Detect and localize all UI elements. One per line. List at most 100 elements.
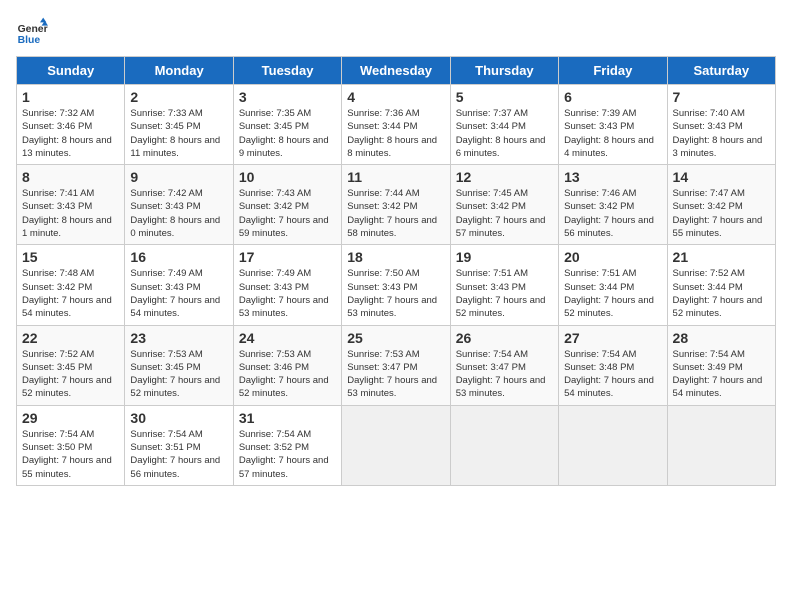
day-number: 28: [673, 330, 770, 346]
calendar-cell: 23 Sunrise: 7:53 AMSunset: 3:45 PMDaylig…: [125, 325, 233, 405]
day-number: 2: [130, 89, 227, 105]
day-info: Sunrise: 7:50 AMSunset: 3:43 PMDaylight:…: [347, 267, 444, 320]
day-info: Sunrise: 7:41 AMSunset: 3:43 PMDaylight:…: [22, 187, 119, 240]
day-number: 17: [239, 249, 336, 265]
day-number: 1: [22, 89, 119, 105]
day-info: Sunrise: 7:54 AMSunset: 3:47 PMDaylight:…: [456, 348, 553, 401]
day-info: Sunrise: 7:42 AMSunset: 3:43 PMDaylight:…: [130, 187, 227, 240]
calendar-week-row: 1 Sunrise: 7:32 AMSunset: 3:46 PMDayligh…: [17, 85, 776, 165]
calendar-cell: 4 Sunrise: 7:36 AMSunset: 3:44 PMDayligh…: [342, 85, 450, 165]
calendar-cell: 1 Sunrise: 7:32 AMSunset: 3:46 PMDayligh…: [17, 85, 125, 165]
calendar-cell: [342, 405, 450, 485]
logo-icon: General Blue: [16, 16, 48, 48]
calendar-cell: 2 Sunrise: 7:33 AMSunset: 3:45 PMDayligh…: [125, 85, 233, 165]
day-info: Sunrise: 7:51 AMSunset: 3:44 PMDaylight:…: [564, 267, 661, 320]
day-number: 10: [239, 169, 336, 185]
day-info: Sunrise: 7:53 AMSunset: 3:45 PMDaylight:…: [130, 348, 227, 401]
calendar-cell: 12 Sunrise: 7:45 AMSunset: 3:42 PMDaylig…: [450, 165, 558, 245]
day-number: 29: [22, 410, 119, 426]
day-info: Sunrise: 7:54 AMSunset: 3:48 PMDaylight:…: [564, 348, 661, 401]
day-number: 19: [456, 249, 553, 265]
calendar-cell: 21 Sunrise: 7:52 AMSunset: 3:44 PMDaylig…: [667, 245, 775, 325]
day-number: 16: [130, 249, 227, 265]
day-number: 31: [239, 410, 336, 426]
day-info: Sunrise: 7:36 AMSunset: 3:44 PMDaylight:…: [347, 107, 444, 160]
day-number: 4: [347, 89, 444, 105]
day-info: Sunrise: 7:43 AMSunset: 3:42 PMDaylight:…: [239, 187, 336, 240]
day-number: 5: [456, 89, 553, 105]
calendar-table: SundayMondayTuesdayWednesdayThursdayFrid…: [16, 56, 776, 486]
day-number: 18: [347, 249, 444, 265]
calendar-cell: 15 Sunrise: 7:48 AMSunset: 3:42 PMDaylig…: [17, 245, 125, 325]
day-number: 27: [564, 330, 661, 346]
day-number: 15: [22, 249, 119, 265]
day-info: Sunrise: 7:53 AMSunset: 3:47 PMDaylight:…: [347, 348, 444, 401]
day-number: 23: [130, 330, 227, 346]
calendar-cell: 11 Sunrise: 7:44 AMSunset: 3:42 PMDaylig…: [342, 165, 450, 245]
calendar-cell: 26 Sunrise: 7:54 AMSunset: 3:47 PMDaylig…: [450, 325, 558, 405]
calendar-week-row: 29 Sunrise: 7:54 AMSunset: 3:50 PMDaylig…: [17, 405, 776, 485]
calendar-cell: 31 Sunrise: 7:54 AMSunset: 3:52 PMDaylig…: [233, 405, 341, 485]
weekday-header: Tuesday: [233, 57, 341, 85]
day-info: Sunrise: 7:37 AMSunset: 3:44 PMDaylight:…: [456, 107, 553, 160]
calendar-cell: 16 Sunrise: 7:49 AMSunset: 3:43 PMDaylig…: [125, 245, 233, 325]
day-number: 21: [673, 249, 770, 265]
calendar-cell: 24 Sunrise: 7:53 AMSunset: 3:46 PMDaylig…: [233, 325, 341, 405]
calendar-cell: 7 Sunrise: 7:40 AMSunset: 3:43 PMDayligh…: [667, 85, 775, 165]
day-info: Sunrise: 7:49 AMSunset: 3:43 PMDaylight:…: [130, 267, 227, 320]
day-info: Sunrise: 7:54 AMSunset: 3:51 PMDaylight:…: [130, 428, 227, 481]
day-info: Sunrise: 7:33 AMSunset: 3:45 PMDaylight:…: [130, 107, 227, 160]
calendar-cell: 29 Sunrise: 7:54 AMSunset: 3:50 PMDaylig…: [17, 405, 125, 485]
day-info: Sunrise: 7:40 AMSunset: 3:43 PMDaylight:…: [673, 107, 770, 160]
day-info: Sunrise: 7:44 AMSunset: 3:42 PMDaylight:…: [347, 187, 444, 240]
calendar-cell: 13 Sunrise: 7:46 AMSunset: 3:42 PMDaylig…: [559, 165, 667, 245]
day-info: Sunrise: 7:54 AMSunset: 3:50 PMDaylight:…: [22, 428, 119, 481]
svg-text:Blue: Blue: [18, 35, 41, 46]
day-number: 30: [130, 410, 227, 426]
calendar-cell: 17 Sunrise: 7:49 AMSunset: 3:43 PMDaylig…: [233, 245, 341, 325]
calendar-cell: 3 Sunrise: 7:35 AMSunset: 3:45 PMDayligh…: [233, 85, 341, 165]
page-header: General Blue: [16, 16, 776, 48]
day-info: Sunrise: 7:52 AMSunset: 3:44 PMDaylight:…: [673, 267, 770, 320]
day-number: 7: [673, 89, 770, 105]
calendar-cell: [667, 405, 775, 485]
day-info: Sunrise: 7:52 AMSunset: 3:45 PMDaylight:…: [22, 348, 119, 401]
calendar-cell: 28 Sunrise: 7:54 AMSunset: 3:49 PMDaylig…: [667, 325, 775, 405]
day-info: Sunrise: 7:47 AMSunset: 3:42 PMDaylight:…: [673, 187, 770, 240]
calendar-header-row: SundayMondayTuesdayWednesdayThursdayFrid…: [17, 57, 776, 85]
day-info: Sunrise: 7:32 AMSunset: 3:46 PMDaylight:…: [22, 107, 119, 160]
day-number: 6: [564, 89, 661, 105]
day-info: Sunrise: 7:51 AMSunset: 3:43 PMDaylight:…: [456, 267, 553, 320]
calendar-cell: 5 Sunrise: 7:37 AMSunset: 3:44 PMDayligh…: [450, 85, 558, 165]
day-number: 8: [22, 169, 119, 185]
day-info: Sunrise: 7:46 AMSunset: 3:42 PMDaylight:…: [564, 187, 661, 240]
day-info: Sunrise: 7:48 AMSunset: 3:42 PMDaylight:…: [22, 267, 119, 320]
calendar-cell: 8 Sunrise: 7:41 AMSunset: 3:43 PMDayligh…: [17, 165, 125, 245]
day-number: 26: [456, 330, 553, 346]
calendar-cell: [450, 405, 558, 485]
day-number: 25: [347, 330, 444, 346]
weekday-header: Thursday: [450, 57, 558, 85]
day-number: 14: [673, 169, 770, 185]
day-info: Sunrise: 7:45 AMSunset: 3:42 PMDaylight:…: [456, 187, 553, 240]
weekday-header: Sunday: [17, 57, 125, 85]
weekday-header: Friday: [559, 57, 667, 85]
calendar-week-row: 22 Sunrise: 7:52 AMSunset: 3:45 PMDaylig…: [17, 325, 776, 405]
day-number: 3: [239, 89, 336, 105]
calendar-cell: 14 Sunrise: 7:47 AMSunset: 3:42 PMDaylig…: [667, 165, 775, 245]
calendar-cell: [559, 405, 667, 485]
day-number: 11: [347, 169, 444, 185]
weekday-header: Saturday: [667, 57, 775, 85]
day-number: 24: [239, 330, 336, 346]
svg-text:General: General: [18, 24, 48, 35]
calendar-cell: 20 Sunrise: 7:51 AMSunset: 3:44 PMDaylig…: [559, 245, 667, 325]
calendar-cell: 30 Sunrise: 7:54 AMSunset: 3:51 PMDaylig…: [125, 405, 233, 485]
calendar-cell: 22 Sunrise: 7:52 AMSunset: 3:45 PMDaylig…: [17, 325, 125, 405]
weekday-header: Monday: [125, 57, 233, 85]
day-number: 22: [22, 330, 119, 346]
calendar-cell: 19 Sunrise: 7:51 AMSunset: 3:43 PMDaylig…: [450, 245, 558, 325]
day-number: 13: [564, 169, 661, 185]
weekday-header: Wednesday: [342, 57, 450, 85]
calendar-cell: 18 Sunrise: 7:50 AMSunset: 3:43 PMDaylig…: [342, 245, 450, 325]
day-info: Sunrise: 7:53 AMSunset: 3:46 PMDaylight:…: [239, 348, 336, 401]
